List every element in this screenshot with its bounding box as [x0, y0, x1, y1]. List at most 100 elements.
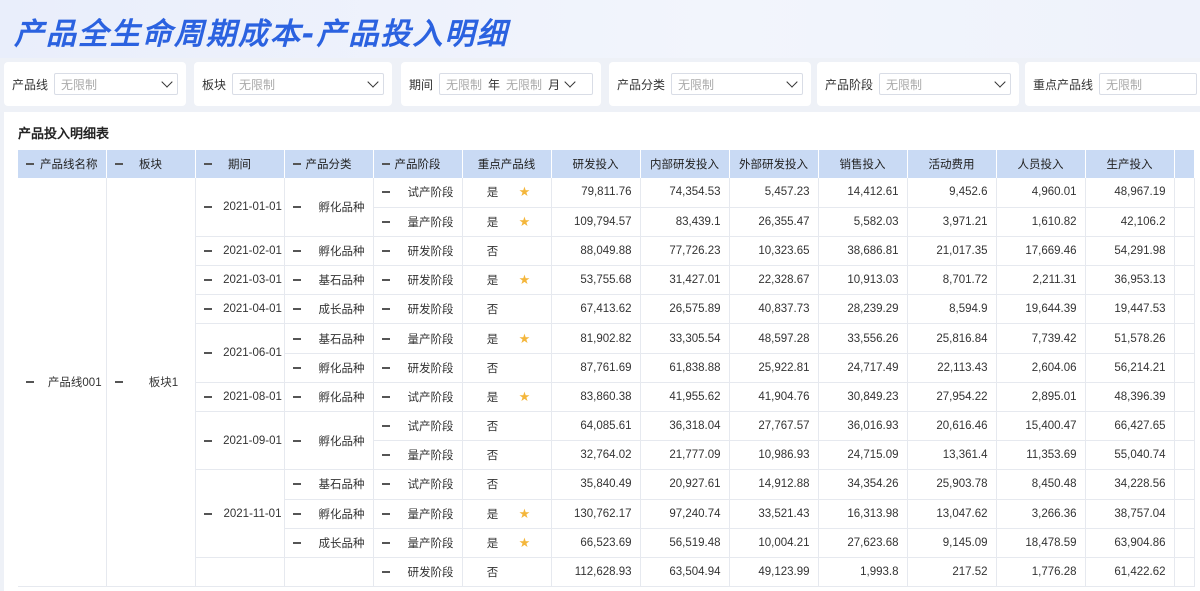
header-stage[interactable]: 产品阶段 [373, 150, 463, 178]
value-cell-sales: 16,313.98 [818, 499, 908, 529]
overflow-cell [1174, 469, 1195, 500]
collapse-icon[interactable] [381, 571, 390, 574]
value-cell-sales: 5,582.03 [818, 207, 908, 237]
collapse-icon[interactable] [203, 249, 212, 252]
table-row: 产品线001 板块1 2021-01-01 孵化品种 试产阶段是 ★ 79,811.76 74… [18, 178, 1195, 588]
collapse-icon[interactable] [292, 337, 301, 340]
value-cell-rd: 64,085.61 [551, 411, 641, 442]
product-line-select[interactable]: 无限制 [54, 73, 178, 95]
value-cell-activity: 20,616.46 [907, 411, 997, 442]
filter-bar: 产品线 无限制 板块 无限制 期间 无限制 年 无限制 月 产品分类 无限制 产… [0, 62, 1200, 108]
collapse-icon[interactable] [203, 163, 212, 165]
collapse-icon[interactable] [26, 163, 34, 165]
select-placeholder: 无限制 [239, 77, 276, 92]
value-cell-rd-out: 22,328.67 [729, 265, 819, 296]
collapse-icon[interactable] [381, 249, 390, 252]
period-select[interactable]: 无限制 年 无限制 月 [439, 73, 593, 95]
overflow-cell [1174, 178, 1195, 208]
header-period[interactable]: 期间 [195, 150, 285, 178]
collapse-icon[interactable] [381, 337, 390, 340]
collapse-icon[interactable] [203, 279, 212, 282]
collapse-icon[interactable] [114, 163, 123, 165]
value-cell-activity: 3,971.21 [907, 207, 997, 237]
value-cell-rd-in: 41,955.62 [640, 382, 730, 413]
collapse-icon[interactable] [381, 279, 390, 282]
header-category[interactable]: 产品分类 [284, 150, 374, 178]
segment-select[interactable]: 无限制 [232, 73, 384, 95]
category-select[interactable]: 无限制 [671, 73, 803, 95]
collapse-icon[interactable] [292, 483, 301, 486]
collapse-icon[interactable] [381, 425, 390, 428]
value-cell-rd-out: 48,597.28 [729, 323, 819, 354]
value-cell-rd: 53,755.68 [551, 265, 641, 296]
collapse-icon[interactable] [203, 512, 212, 515]
value-cell-staff: 1,776.28 [996, 557, 1086, 588]
header: 产品全生命周期成本-产品投入明细 [0, 0, 1200, 58]
collapse-icon[interactable] [381, 163, 390, 165]
collapse-icon[interactable] [381, 395, 390, 398]
stage-select[interactable]: 无限制 [879, 73, 1011, 95]
value-cell-staff: 17,669.46 [996, 236, 1086, 267]
stage-cell: 量产阶段 [373, 323, 463, 354]
category-cell: 成长品种 [284, 294, 374, 325]
header-product-line[interactable]: 产品线名称 [18, 150, 107, 178]
collapse-icon[interactable] [203, 308, 212, 311]
value-cell-activity: 8,701.72 [907, 265, 997, 296]
filter-segment: 板块 无限制 [194, 62, 392, 106]
collapse-icon[interactable] [203, 205, 212, 208]
collapse-icon[interactable] [381, 541, 390, 544]
star-icon: ★ [518, 272, 531, 288]
key-product-line-select[interactable]: 无限制 [1099, 73, 1197, 95]
collapse-icon[interactable] [292, 366, 301, 369]
chevron-down-icon [994, 76, 1006, 88]
collapse-icon[interactable] [203, 395, 212, 398]
collapse-icon[interactable] [292, 439, 301, 442]
collapse-icon[interactable] [292, 163, 301, 165]
value-cell-rd: 81,902.82 [551, 323, 641, 354]
collapse-icon[interactable] [292, 249, 301, 252]
collapse-icon[interactable] [203, 352, 212, 355]
collapse-icon[interactable] [292, 395, 301, 398]
overflow-cell [1174, 323, 1195, 354]
collapse-icon[interactable] [203, 439, 212, 442]
value-cell-staff: 4,960.01 [996, 178, 1086, 208]
collapse-icon[interactable] [381, 483, 390, 486]
collapse-icon[interactable] [381, 191, 390, 194]
stage-cell: 试产阶段 [373, 469, 463, 500]
value-cell-staff: 19,644.39 [996, 294, 1086, 325]
overflow-cell [1174, 265, 1195, 296]
period-cell: 2021-06-01 [195, 323, 285, 383]
category-cell: 孵化品种 [284, 353, 374, 383]
table-row: 2021-11-01 基石品种 试产阶段否 35,840.49 20,927.61 14,… [18, 469, 1195, 558]
value-cell-prod: 63,904.86 [1085, 528, 1175, 558]
value-cell-rd: 67,413.62 [551, 294, 641, 325]
overflow-cell [1174, 528, 1195, 558]
collapse-icon[interactable] [292, 279, 301, 282]
month-placeholder: 无限制 [506, 77, 543, 92]
collapse-icon[interactable] [381, 220, 390, 223]
value-cell-sales: 30,849.23 [818, 382, 908, 413]
value-cell-activity: 8,594.9 [907, 294, 997, 325]
collapse-icon[interactable] [381, 454, 390, 457]
collapse-icon[interactable] [292, 512, 301, 515]
collapse-icon[interactable] [292, 308, 301, 311]
detail-table-card: 产品投入明细表 产品线名称 板块 期间 产品分类 产品阶段 重点产品线 研发投入… [4, 112, 1200, 591]
value-cell-activity: 22,113.43 [907, 353, 997, 383]
value-cell-staff: 11,353.69 [996, 440, 1086, 471]
chevron-down-icon [161, 76, 173, 88]
value-cell-staff: 2,895.01 [996, 382, 1086, 413]
header-rd: 研发投入 [551, 150, 641, 178]
collapse-icon[interactable] [381, 308, 390, 311]
collapse-icon[interactable] [26, 381, 34, 384]
collapse-icon[interactable] [381, 366, 390, 369]
value-cell-sales: 14,412.61 [818, 178, 908, 208]
collapse-icon[interactable] [114, 381, 123, 384]
header-segment[interactable]: 板块 [106, 150, 196, 178]
collapse-icon[interactable] [381, 512, 390, 515]
star-icon: ★ [518, 184, 531, 200]
collapse-icon[interactable] [292, 541, 301, 544]
value-cell-rd-out: 33,521.43 [729, 499, 819, 529]
value-cell-staff: 8,450.48 [996, 469, 1086, 500]
value-cell-rd: 87,761.69 [551, 353, 641, 383]
collapse-icon[interactable] [292, 205, 301, 208]
